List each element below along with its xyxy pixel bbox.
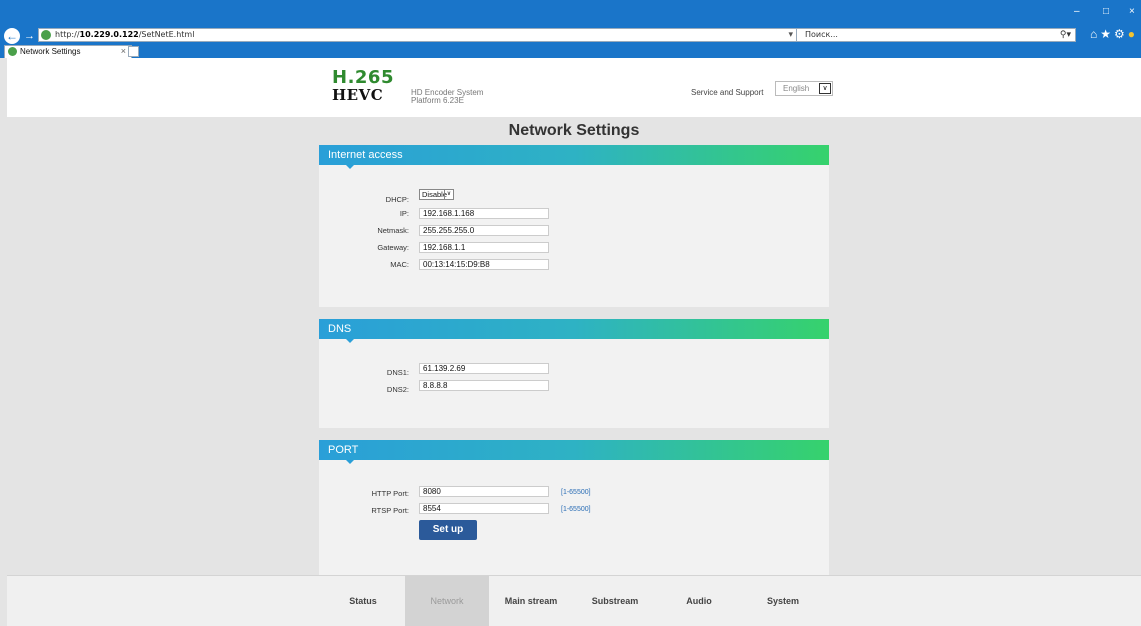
internet-access-panel: Internet access DHCP: Disable ∨ IP: 192.… — [319, 145, 829, 307]
page-title: Network Settings — [508, 122, 640, 139]
tab-title: Network Settings — [20, 47, 81, 56]
bottom-nav: Status Network Main stream Substream Aud… — [7, 575, 1141, 626]
new-tab-button[interactable] — [128, 46, 139, 57]
platform-version: Platform 6.23E — [411, 96, 464, 105]
dns1-label: DNS1: — [386, 368, 409, 377]
panel-title: DNS — [328, 323, 352, 335]
http-port-label: HTTP Port: — [371, 489, 409, 498]
restore-icon[interactable]: □ — [1103, 6, 1109, 17]
dns1-field[interactable]: 61.139.2.69 — [419, 363, 549, 374]
chevron-down-icon[interactable]: ∨ — [819, 83, 831, 94]
panel-notch — [346, 339, 354, 343]
nav-network[interactable]: Network — [405, 576, 489, 626]
ip-field[interactable]: 192.168.1.168 — [419, 208, 549, 219]
http-port-field[interactable]: 8080 — [419, 486, 549, 497]
home-icon[interactable]: ⌂ — [1090, 27, 1100, 41]
netmask-field[interactable]: 255.255.255.0 — [419, 225, 549, 236]
settings-gear-icon[interactable]: ⚙ — [1114, 27, 1128, 41]
search-bar[interactable]: Поиск... ⚲▾ — [796, 28, 1076, 42]
service-support-link[interactable]: Service and Support — [691, 88, 764, 97]
dhcp-select[interactable]: Disable ∨ — [419, 189, 454, 200]
close-window-icon[interactable]: × — [1129, 6, 1135, 17]
panel-header: PORT — [319, 440, 829, 464]
nav-status[interactable]: Status — [323, 576, 403, 626]
back-button[interactable]: ← — [4, 28, 20, 44]
logo-hevc: HEVC — [332, 86, 384, 104]
mac-field[interactable]: 00:13:14:15:D9:B8 — [419, 259, 549, 270]
rtsp-port-label: RTSP Port: — [371, 506, 409, 515]
gateway-field[interactable]: 192.168.1.1 — [419, 242, 549, 253]
forward-button[interactable]: → — [24, 29, 35, 43]
panel-notch — [346, 165, 354, 169]
search-icon[interactable]: ⚲▾ — [1060, 29, 1071, 40]
panel-header: Internet access — [319, 145, 829, 169]
address-bar[interactable]: http://10.229.0.122/SetNetE.html ▾ ↻ — [38, 28, 808, 42]
site-icon — [41, 30, 51, 40]
url-text: http://10.229.0.122/SetNetE.html — [55, 30, 195, 39]
ip-label: IP: — [399, 209, 409, 218]
logo-h265: H.265 — [332, 67, 394, 88]
toolbar-icons: ⌂★⚙● — [1090, 27, 1138, 41]
dns2-field[interactable]: 8.8.8.8 — [419, 380, 549, 391]
dns2-label: DNS2: — [386, 385, 409, 394]
page: H.265 HEVC HD Encoder System Platform 6.… — [7, 58, 1141, 626]
language-value: English — [783, 84, 810, 93]
search-placeholder: Поиск... — [805, 30, 838, 39]
minimize-icon[interactable]: – — [1074, 6, 1080, 17]
nav-substream[interactable]: Substream — [573, 576, 657, 626]
panel-notch — [346, 460, 354, 464]
dhcp-label: DHCP: — [385, 195, 409, 204]
setup-button[interactable]: Set up — [419, 520, 477, 540]
dns-panel: DNS DNS1: 61.139.2.69 DNS2: 8.8.8.8 — [319, 319, 829, 428]
http-port-range: [1-65500] — [561, 489, 591, 496]
panel-title: Internet access — [328, 149, 403, 161]
tab-close-icon[interactable]: × — [121, 46, 126, 56]
tab-favicon-icon — [8, 47, 17, 56]
panel-header: DNS — [319, 319, 829, 343]
favorites-star-icon[interactable]: ★ — [1100, 27, 1114, 41]
gateway-label: Gateway: — [377, 243, 409, 252]
language-select[interactable]: English ∨ — [775, 81, 833, 96]
port-panel: PORT HTTP Port: 8080 [1-65500] RTSP Port… — [319, 440, 829, 575]
panel-title: PORT — [328, 444, 359, 456]
chevron-down-icon[interactable]: ∨ — [444, 190, 453, 199]
rtsp-port-field[interactable]: 8554 — [419, 503, 549, 514]
rtsp-port-range: [1-65500] — [561, 506, 591, 513]
feedback-smiley-icon[interactable]: ● — [1128, 27, 1138, 41]
nav-main-stream[interactable]: Main stream — [489, 576, 573, 626]
netmask-label: Netmask: — [377, 226, 409, 235]
nav-system[interactable]: System — [741, 576, 825, 626]
page-header: H.265 HEVC HD Encoder System Platform 6.… — [7, 58, 1141, 117]
mac-label: MAC: — [390, 260, 409, 269]
browser-tab[interactable]: Network Settings × — [4, 45, 132, 58]
nav-audio[interactable]: Audio — [657, 576, 741, 626]
